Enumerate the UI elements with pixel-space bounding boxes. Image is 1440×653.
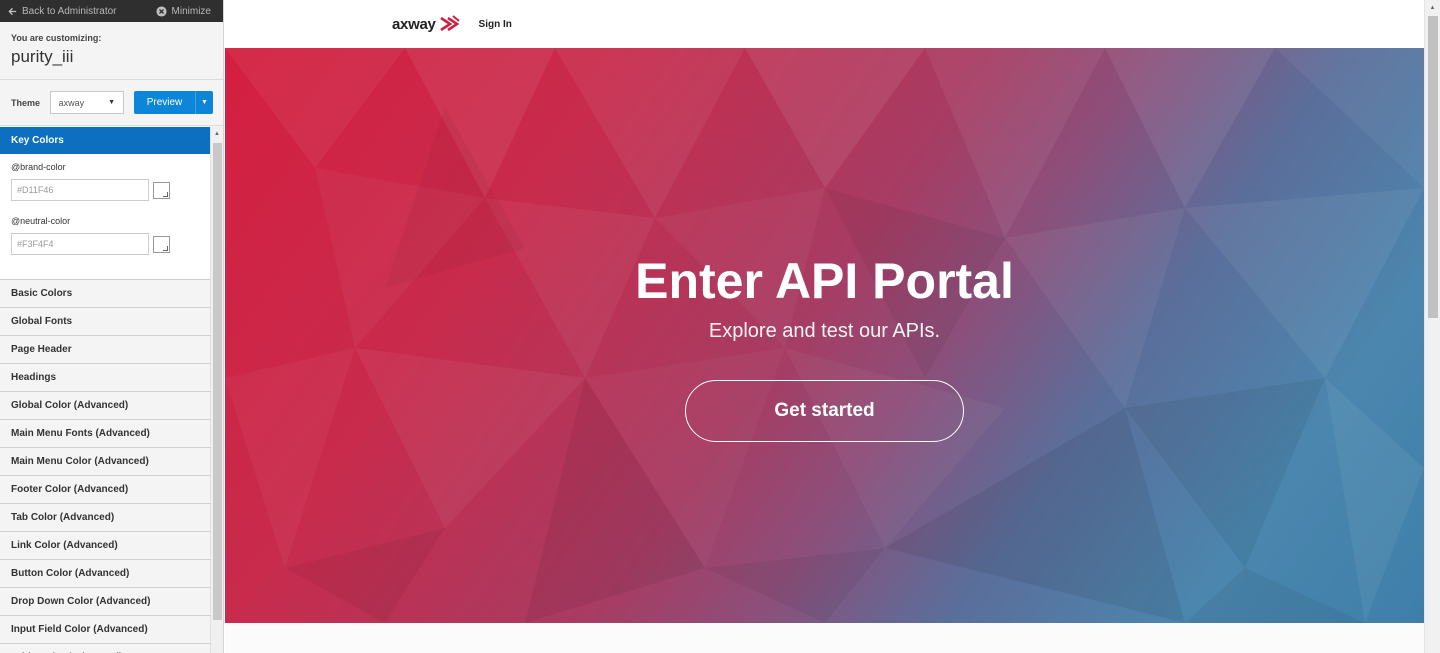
section-table-color[interactable]: Table Color (Advanced): [0, 644, 210, 653]
sign-in-link[interactable]: Sign In: [479, 19, 512, 30]
minimize-label: Minimize: [171, 5, 211, 17]
scroll-up-icon[interactable]: ▲: [211, 127, 223, 141]
customizing-info: You are customizing: purity_iii: [0, 22, 223, 80]
brand-color-input[interactable]: #D11F46: [11, 179, 149, 201]
brand-color-label: @brand-color: [11, 162, 66, 172]
section-page-header[interactable]: Page Header: [0, 336, 210, 364]
page-content-area: [225, 623, 1424, 653]
back-label: Back to Administrator: [22, 5, 117, 17]
brand-color-row: #D11F46: [11, 179, 210, 201]
neutral-color-input[interactable]: #F3F4F4: [11, 233, 149, 255]
customizing-label: You are customizing:: [11, 33, 102, 43]
minimize-button[interactable]: Minimize: [156, 6, 211, 17]
caret-down-icon: ▼: [108, 99, 115, 106]
color-picker-icon[interactable]: [153, 235, 170, 253]
hero-subtitle: Explore and test our APIs.: [708, 320, 941, 342]
page-scrollbar[interactable]: ▲: [1424, 0, 1440, 653]
scroll-up-icon[interactable]: ▲: [1425, 0, 1440, 16]
section-footer-color[interactable]: Footer Color (Advanced): [0, 476, 210, 504]
back-to-administrator-link[interactable]: Back to Administrator: [8, 6, 116, 17]
axway-chevron-icon: [439, 15, 460, 32]
neutral-color-row: #F3F4F4: [11, 233, 210, 255]
section-link-color[interactable]: Link Color (Advanced): [0, 532, 210, 560]
preview-dropdown-toggle[interactable]: ▼: [195, 91, 213, 114]
section-main-menu-color[interactable]: Main Menu Color (Advanced): [0, 448, 210, 476]
theme-row: Theme axway ▼ Preview ▼: [0, 80, 223, 126]
hero-content: Enter API Portal Explore and test our AP…: [225, 48, 1424, 623]
section-main-menu-fonts[interactable]: Main Menu Fonts (Advanced): [0, 420, 210, 448]
get-started-button[interactable]: Get started: [685, 380, 964, 442]
neutral-color-label: @neutral-color: [11, 216, 71, 226]
customizer-sections: Key Colors @brand-color #D11F46 @neutral…: [0, 127, 210, 653]
sidebar-scrollbar-thumb[interactable]: [213, 143, 222, 620]
section-global-fonts[interactable]: Global Fonts: [0, 308, 210, 336]
customizer-top-bar: Back to Administrator Minimize: [0, 0, 223, 22]
arrow-left-icon: [8, 7, 17, 15]
brand-wordmark: axway: [392, 15, 436, 33]
section-basic-colors[interactable]: Basic Colors: [0, 280, 210, 308]
section-drop-down-color[interactable]: Drop Down Color (Advanced): [0, 588, 210, 616]
theme-label: Theme: [11, 97, 41, 108]
template-customizer-panel: Back to Administrator Minimize You are c…: [0, 0, 224, 653]
preview-button[interactable]: Preview: [134, 91, 195, 114]
preview-button-group: Preview ▼: [134, 91, 213, 114]
caret-down-icon: ▼: [201, 99, 208, 106]
section-key-colors[interactable]: Key Colors: [0, 127, 210, 154]
theme-select-value: axway: [58, 97, 85, 108]
section-global-color[interactable]: Global Color (Advanced): [0, 392, 210, 420]
section-tab-color[interactable]: Tab Color (Advanced): [0, 504, 210, 532]
template-name: purity_iii: [11, 47, 74, 66]
section-headings[interactable]: Headings: [0, 364, 210, 392]
hero-title: Enter API Portal: [635, 253, 1014, 309]
section-input-field-color[interactable]: Input Field Color (Advanced): [0, 616, 210, 644]
theme-select[interactable]: axway ▼: [49, 91, 124, 114]
color-picker-icon[interactable]: [153, 181, 170, 199]
sidebar-scrollbar[interactable]: ▲: [210, 127, 223, 653]
site-header: axway Sign In: [225, 0, 1424, 48]
hero-banner: Enter API Portal Explore and test our AP…: [225, 48, 1424, 623]
page-scrollbar-thumb[interactable]: [1428, 16, 1438, 318]
section-button-color[interactable]: Button Color (Advanced): [0, 560, 210, 588]
site-preview: axway Sign In Enter API Portal Explore a…: [225, 0, 1424, 653]
brand-logo[interactable]: axway: [392, 15, 461, 33]
key-colors-body: @brand-color #D11F46 @neutral-color #F3F…: [0, 154, 210, 280]
close-circle-icon: [156, 5, 167, 17]
